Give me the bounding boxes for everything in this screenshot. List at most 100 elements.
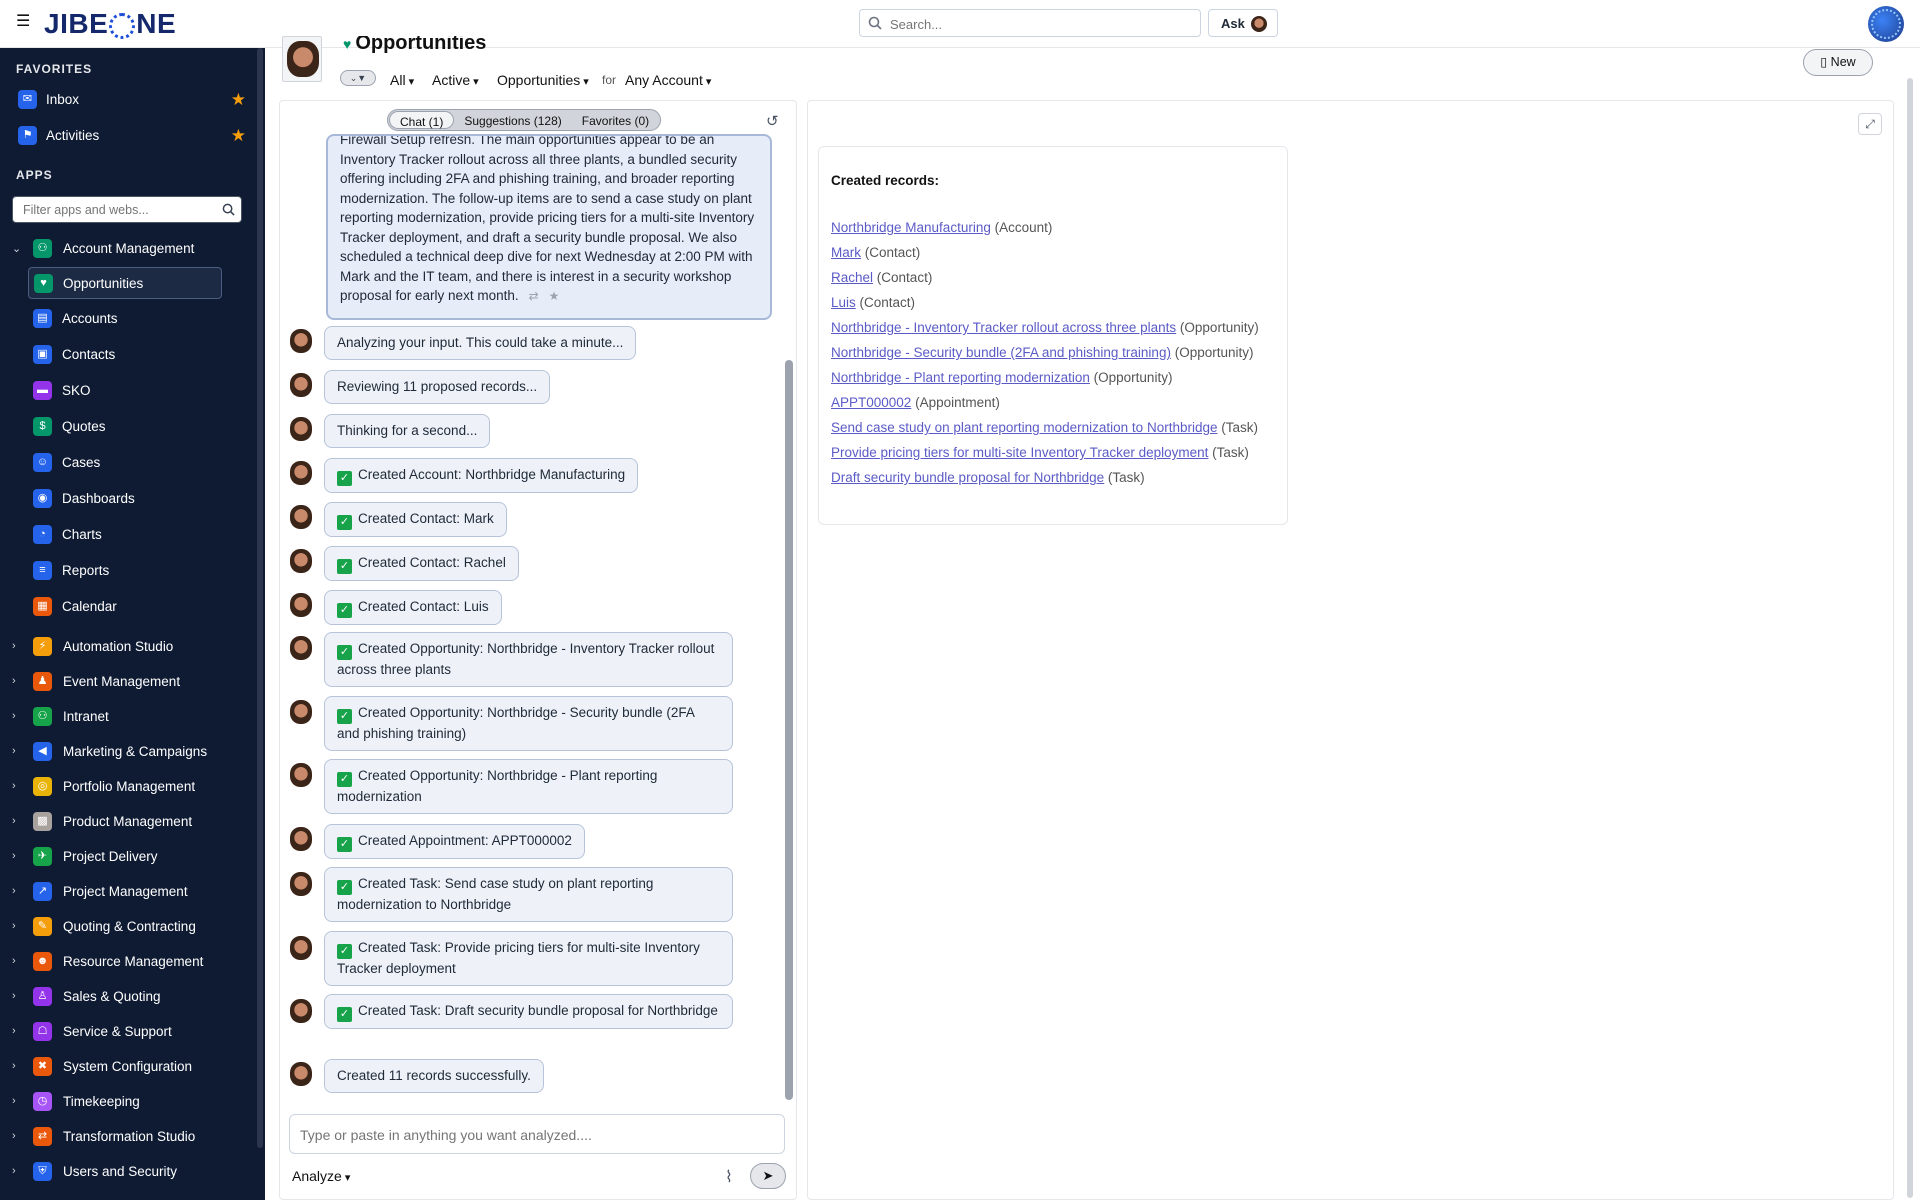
group-account-management[interactable]: ⌄ ⚇ Account Management — [8, 234, 253, 264]
sidebar-item-cases[interactable]: ☺ Cases — [28, 447, 222, 479]
filter-apps[interactable] — [12, 196, 242, 223]
search-icon[interactable] — [222, 203, 235, 216]
favorite-item-inbox[interactable]: ✉ Inbox ★ — [16, 86, 246, 114]
filter-account-dropdown[interactable]: Any Account ▾ — [625, 72, 711, 88]
global-search[interactable] — [859, 9, 1201, 37]
new-button[interactable]: ▯ New — [1803, 49, 1873, 76]
record-link[interactable]: Rachel — [831, 270, 873, 285]
chevron-right-icon[interactable]: › — [12, 885, 16, 897]
tab-suggestions[interactable]: Suggestions (128) — [454, 111, 571, 129]
group-transformation-studio[interactable]: › ⇄ Transformation Studio — [8, 1122, 253, 1152]
group-automation-studio[interactable]: › ⚡ Automation Studio — [8, 632, 253, 662]
sidebar-item-opportunities[interactable]: ♥ Opportunities — [28, 267, 222, 299]
main-scrollbar[interactable] — [1906, 78, 1914, 1198]
sidebar-item-quotes[interactable]: $ Quotes — [28, 411, 222, 443]
star-icon[interactable]: ★ — [231, 126, 246, 146]
assistant-avatar — [288, 698, 316, 726]
group-system-configuration[interactable]: › ✖ System Configuration — [8, 1052, 253, 1082]
chevron-down-icon: ▾ — [344, 1172, 351, 1184]
group-resource-management[interactable]: › ☻ Resource Management — [8, 947, 253, 977]
tab-favorites[interactable]: Favorites (0) — [572, 111, 659, 129]
chat-scrollbar[interactable] — [783, 140, 793, 1105]
group-portfolio-management[interactable]: › ◎ Portfolio Management — [8, 772, 253, 802]
star-icon[interactable]: ★ — [549, 289, 560, 303]
filter-toggle-icon[interactable]: ⌄▼ — [340, 70, 376, 86]
group-quoting-contracting[interactable]: › ✎ Quoting & Contracting — [8, 912, 253, 942]
filter-type-dropdown[interactable]: Opportunities ▾ — [497, 72, 589, 88]
send-button[interactable]: ➤ — [750, 1163, 786, 1189]
chevron-down-icon[interactable]: ⌄ — [12, 242, 21, 255]
chevron-right-icon[interactable]: › — [12, 640, 16, 652]
clock-icon: ◷ — [33, 1092, 52, 1111]
chevron-right-icon[interactable]: › — [12, 955, 16, 967]
retry-icon[interactable]: ⇄ — [529, 289, 539, 303]
chevron-right-icon[interactable]: › — [12, 780, 16, 792]
sidebar-item-dashboards[interactable]: ◉ Dashboards — [28, 483, 222, 515]
sidebar-item-reports[interactable]: ≡ Reports — [28, 555, 222, 587]
accounts-icon: ▤ — [33, 309, 52, 328]
record-type: (Task) — [1107, 470, 1145, 485]
group-users-security[interactable]: › ⛨ Users and Security — [8, 1157, 253, 1187]
user-globe-avatar[interactable] — [1868, 6, 1904, 42]
chevron-right-icon[interactable]: › — [12, 1165, 16, 1177]
chevron-right-icon[interactable]: › — [12, 710, 16, 722]
app-logo[interactable]: JIBE NE — [44, 10, 176, 39]
record-link[interactable]: Northbridge - Inventory Tracker rollout … — [831, 320, 1176, 335]
chevron-right-icon[interactable]: › — [12, 745, 16, 757]
group-project-management[interactable]: › ↗ Project Management — [8, 877, 253, 907]
ask-button[interactable]: Ask — [1208, 9, 1278, 37]
scrollbar-thumb[interactable] — [785, 360, 793, 1100]
record-link[interactable]: Draft security bundle proposal for North… — [831, 470, 1104, 485]
filter-active-dropdown[interactable]: Active ▾ — [432, 72, 479, 88]
refresh-icon[interactable]: ↺ — [766, 112, 779, 130]
scrollbar-thumb[interactable] — [1907, 78, 1913, 1198]
star-icon[interactable]: ★ — [231, 90, 246, 110]
group-sales-quoting[interactable]: › ♙ Sales & Quoting — [8, 982, 253, 1012]
sidebar-item-sko[interactable]: ▬ SKO — [28, 375, 222, 407]
record-link[interactable]: Northbridge - Security bundle (2FA and p… — [831, 345, 1171, 360]
record-link[interactable]: Provide pricing tiers for multi-site Inv… — [831, 445, 1208, 460]
filter-apps-input[interactable] — [23, 202, 213, 218]
checkmark-icon: ✓ — [337, 837, 352, 852]
sidebar-scrollbar[interactable] — [257, 48, 263, 1148]
sidebar-item-charts[interactable]: ◔ Charts — [28, 519, 222, 551]
sidebar-item-contacts[interactable]: ▣ Contacts — [28, 339, 222, 371]
chat-input[interactable] — [300, 1126, 770, 1144]
favorite-item-activities[interactable]: ⚑ Activities ★ — [16, 122, 246, 150]
chevron-right-icon[interactable]: › — [12, 1130, 16, 1142]
search-input[interactable] — [890, 14, 1190, 34]
record-item: Send case study on plant reporting moder… — [831, 420, 1258, 435]
analyze-dropdown[interactable]: Analyze ▾ — [292, 1168, 350, 1184]
document-icon: ▯ — [1820, 55, 1831, 69]
group-intranet[interactable]: › ⚇ Intranet — [8, 702, 253, 732]
record-link[interactable]: Northbridge Manufacturing — [831, 220, 991, 235]
group-event-management[interactable]: › ♟ Event Management — [8, 667, 253, 697]
chevron-right-icon[interactable]: › — [12, 920, 16, 932]
chevron-right-icon[interactable]: › — [12, 815, 16, 827]
message-text: Created Opportunity: Northbridge - Plant… — [337, 768, 658, 804]
group-product-management[interactable]: › ▩ Product Management — [8, 807, 253, 837]
record-link[interactable]: Northbridge - Plant reporting modernizat… — [831, 370, 1090, 385]
record-link[interactable]: Luis — [831, 295, 856, 310]
hamburger-menu-icon[interactable]: ☰ — [16, 14, 32, 30]
group-service-support[interactable]: › ☖ Service & Support — [8, 1017, 253, 1047]
chevron-right-icon[interactable]: › — [12, 1095, 16, 1107]
chevron-right-icon[interactable]: › — [12, 990, 16, 1002]
sidebar-item-accounts[interactable]: ▤ Accounts — [28, 303, 222, 335]
group-project-delivery[interactable]: › ✈ Project Delivery — [8, 842, 253, 872]
chat-input-box[interactable] — [289, 1114, 785, 1154]
record-link[interactable]: APPT000002 — [831, 395, 911, 410]
chevron-right-icon[interactable]: › — [12, 850, 16, 862]
filter-all-dropdown[interactable]: All ▾ — [390, 72, 414, 88]
sidebar-item-calendar[interactable]: ▦ Calendar — [28, 591, 222, 623]
chevron-right-icon[interactable]: › — [12, 1025, 16, 1037]
chevron-right-icon[interactable]: › — [12, 675, 16, 687]
chevron-right-icon[interactable]: › — [12, 1060, 16, 1072]
expand-icon[interactable]: ⤢ — [1858, 113, 1882, 135]
paperclip-icon[interactable]: ⌇ — [725, 1167, 733, 1187]
record-link[interactable]: Mark — [831, 245, 861, 260]
tab-chat[interactable]: Chat (1) — [389, 111, 455, 129]
group-marketing-campaigns[interactable]: › ◀ Marketing & Campaigns — [8, 737, 253, 767]
group-timekeeping[interactable]: › ◷ Timekeeping — [8, 1087, 253, 1117]
record-link[interactable]: Send case study on plant reporting moder… — [831, 420, 1217, 435]
